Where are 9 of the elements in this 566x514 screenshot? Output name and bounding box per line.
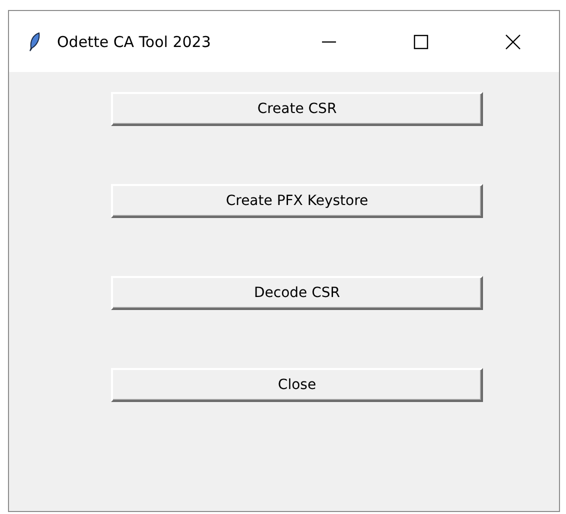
feather-icon [29, 32, 41, 52]
action-button[interactable]: Create PFX Keystore [111, 184, 483, 218]
action-button[interactable]: Decode CSR [111, 276, 483, 310]
action-button[interactable]: Close [111, 368, 483, 402]
maximize-icon [413, 34, 429, 50]
action-button[interactable]: Create CSR [111, 92, 483, 126]
minimize-icon [321, 40, 337, 42]
close-icon [505, 34, 521, 50]
window-title: Odette CA Tool 2023 [57, 32, 211, 50]
